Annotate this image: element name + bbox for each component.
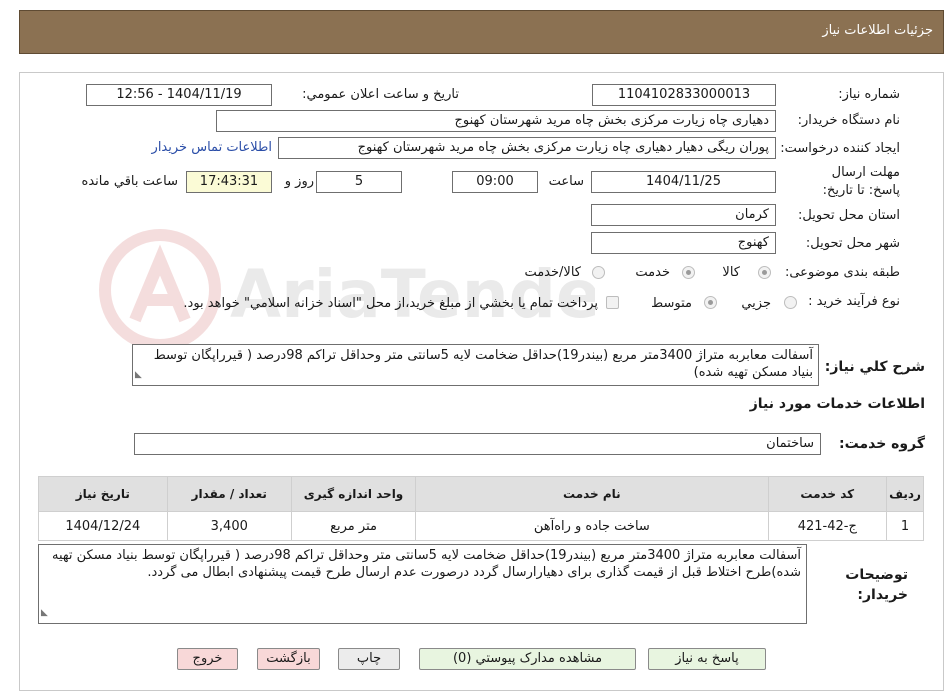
requester-field: پوران ریگی دهیار دهیاری چاه زیارت مرکزی … xyxy=(278,137,776,159)
cell-row-number: 1 xyxy=(886,511,924,541)
services-table: رديف کد خدمت نام خدمت واحد اندازه گيری ت… xyxy=(38,476,924,541)
treasury-checkbox[interactable] xyxy=(606,296,619,309)
city-field: کهنوج xyxy=(591,232,776,254)
col-need-date: تاريخ نياز xyxy=(38,476,168,512)
cell-service-name: ساخت جاده و راه‌آهن xyxy=(415,511,769,541)
contact-info-link[interactable]: اطلاعات تماس خريدار xyxy=(152,140,272,155)
province-field: کرمان xyxy=(591,204,776,226)
remaining-label: ساعت باقي مانده xyxy=(81,174,178,189)
col-unit: واحد اندازه گيری xyxy=(290,476,417,512)
service-group-label: گروه خدمت: xyxy=(839,436,925,452)
services-section-title: اطلاعات خدمات مورد نياز xyxy=(749,396,925,412)
category-both-label: کالا/خدمت xyxy=(524,265,581,280)
buyer-org-field: دهیاری چاه زیارت مرکزی بخش چاه مرید شهرس… xyxy=(216,110,776,132)
resize-grip-icon[interactable]: ◢ xyxy=(41,605,48,622)
category-label: طبقه بندی موضوعی: xyxy=(784,265,900,280)
col-quantity: تعداد / مقدار xyxy=(166,476,292,512)
category-radio-both[interactable] xyxy=(592,266,605,279)
cell-unit: متر مربع xyxy=(290,511,417,541)
cell-service-code: ج-42-421 xyxy=(767,511,888,541)
col-service-code: کد خدمت xyxy=(767,476,888,512)
col-row: رديف xyxy=(886,476,924,512)
service-group-field: ساختمان xyxy=(134,433,821,455)
back-button[interactable]: بازگشت xyxy=(257,648,320,670)
resize-grip-icon[interactable]: ◢ xyxy=(135,367,142,384)
payment-note: پرداخت تمام يا بخشي از مبلغ خريد،از محل … xyxy=(183,296,598,311)
need-number-label: شماره نیاز: xyxy=(838,87,900,102)
view-attachments-button[interactable]: مشاهده مدارک پيوستي (0) xyxy=(419,648,636,670)
process-radio-medium[interactable] xyxy=(704,296,717,309)
page-header: جزئیات اطلاعات نیاز xyxy=(19,10,944,54)
city-label: شهر محل تحويل: xyxy=(805,236,900,251)
days-label: روز و xyxy=(284,174,314,189)
table-header-row: رديف کد خدمت نام خدمت واحد اندازه گيری ت… xyxy=(38,476,924,512)
days-field: 5 xyxy=(316,171,402,193)
need-number-field: 1104102833000013 xyxy=(592,84,776,106)
cell-quantity: 3,400 xyxy=(166,511,292,541)
process-radio-minor[interactable] xyxy=(784,296,797,309)
table-row[interactable]: 1 ج-42-421 ساخت جاده و راه‌آهن متر مربع … xyxy=(38,511,924,541)
category-service-label: خدمت xyxy=(635,265,670,280)
province-label: استان محل تحويل: xyxy=(798,208,900,223)
col-service-name: نام خدمت xyxy=(415,476,769,512)
deadline-time-field: 09:00 xyxy=(452,171,538,193)
page-title: جزئیات اطلاعات نیاز xyxy=(822,23,933,38)
summary-label: شرح کلي نياز: xyxy=(824,359,925,375)
reply-button[interactable]: پاسخ به نياز xyxy=(648,648,766,670)
summary-textarea: آسفالت معابربه متراژ 3400متر مربع (بیندر… xyxy=(132,344,819,386)
cell-need-date: 1404/12/24 xyxy=(38,511,168,541)
category-radio-goods[interactable] xyxy=(758,266,771,279)
process-medium-label: متوسط xyxy=(651,296,692,311)
deadline-label: مهلت ارسال پاسخ: تا تاريخ: xyxy=(822,165,900,198)
summary-text: آسفالت معابربه متراژ 3400متر مربع (بیندر… xyxy=(153,348,813,380)
buyer-notes-text: آسفالت معابربه متراژ 3400متر مربع (بیندر… xyxy=(51,548,801,580)
announce-field: 1404/11/19 - 12:56 xyxy=(86,84,272,106)
print-button[interactable]: چاپ xyxy=(338,648,400,670)
process-label: نوع فرآیند خرید : xyxy=(808,294,900,309)
category-radio-service[interactable] xyxy=(682,266,695,279)
process-minor-label: جزيي xyxy=(741,296,771,311)
remaining-time-field: 17:43:31 xyxy=(186,171,272,193)
requester-label: ايجاد کننده درخواست: xyxy=(780,141,900,156)
announce-label: تاریخ و ساعت اعلان عمومي: xyxy=(302,87,459,102)
buyer-notes-label: توضيحات خريدار: xyxy=(845,567,908,603)
deadline-hour-label: ساعت xyxy=(548,174,584,189)
buyer-notes-textarea: آسفالت معابربه متراژ 3400متر مربع (بیندر… xyxy=(38,544,807,624)
deadline-date-field: 1404/11/25 xyxy=(591,171,776,193)
exit-button[interactable]: خروج xyxy=(177,648,238,670)
buyer-org-label: نام دستگاه خريدار: xyxy=(797,113,900,128)
category-goods-label: کالا xyxy=(722,265,740,280)
